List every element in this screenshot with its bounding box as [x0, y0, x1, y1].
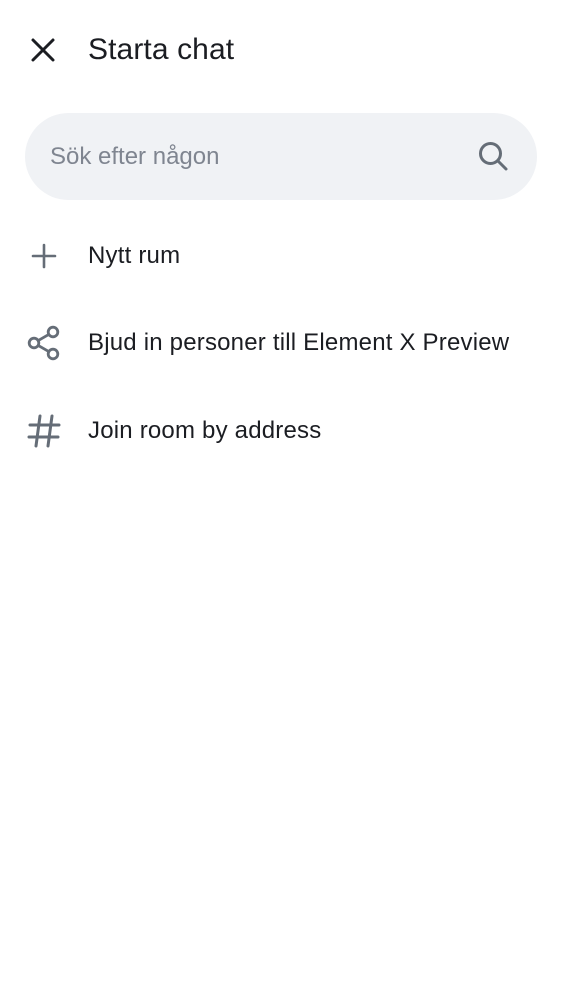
menu-item-invite-people[interactable]: Bjud in personer till Element X Preview: [0, 300, 562, 386]
menu-item-label: Bjud in personer till Element X Preview: [88, 329, 510, 356]
menu-item-join-room-by-address[interactable]: Join room by address: [0, 388, 562, 474]
menu-item-label: Join room by address: [88, 417, 322, 444]
top-bar: Starta chat: [0, 0, 562, 100]
hash-icon: [26, 413, 62, 449]
page-title: Starta chat: [88, 33, 235, 66]
search-bar[interactable]: [25, 113, 537, 200]
plus-icon: [26, 238, 62, 274]
search-input[interactable]: [50, 113, 450, 200]
menu-item-label: Nytt rum: [88, 242, 181, 269]
close-button[interactable]: [20, 27, 66, 73]
close-icon: [31, 38, 55, 62]
search-icon[interactable]: [476, 139, 510, 173]
menu-item-new-room[interactable]: Nytt rum: [0, 213, 562, 299]
share-icon: [26, 325, 62, 361]
